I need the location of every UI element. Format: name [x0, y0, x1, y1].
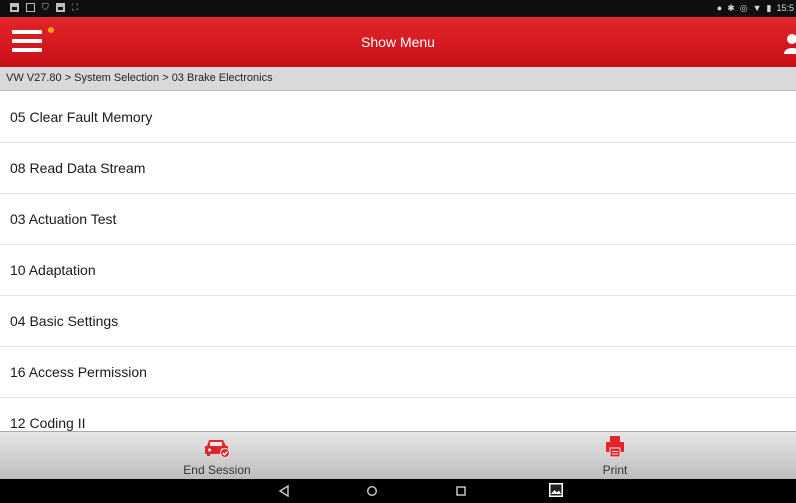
app-bar: Show Menu — [0, 17, 796, 67]
status-bar: ⛉ ⛶ ● ✱ ◎ ▼ ▮ 15:5 — [0, 0, 796, 17]
menu-item-coding-ii[interactable]: 12 Coding II — [0, 398, 796, 431]
bluetooth-icon: ✱ — [727, 3, 735, 13]
car-check-icon — [205, 440, 230, 458]
recents-icon — [456, 486, 466, 496]
user-icon[interactable] — [784, 33, 796, 55]
home-icon — [366, 485, 378, 497]
screenshot-button[interactable] — [542, 479, 572, 503]
alarm-icon: ◎ — [739, 3, 748, 13]
recents-button[interactable] — [446, 479, 476, 503]
menu-item-read-data-stream[interactable]: 08 Read Data Stream — [0, 143, 796, 194]
menu-item-access-permission[interactable]: 16 Access Permission — [0, 347, 796, 398]
download-icon: ⛉ — [42, 2, 49, 12]
screenshot-icon — [549, 483, 563, 497]
function-menu-list: 05 Clear Fault Memory 08 Read Data Strea… — [0, 92, 796, 431]
menu-item-actuation-test[interactable]: 03 Actuation Test — [0, 194, 796, 245]
status-time: 15:5 — [776, 3, 794, 13]
notification-icon — [10, 3, 19, 12]
notification-icon — [55, 3, 65, 12]
home-button[interactable] — [357, 479, 387, 503]
breadcrumb: VW V27.80 > System Selection > 03 Brake … — [0, 67, 796, 91]
battery-icon: ▮ — [766, 3, 772, 13]
end-session-button[interactable]: End Session — [147, 432, 287, 479]
page-title: Show Menu — [361, 34, 435, 50]
location-icon: ● — [716, 3, 723, 13]
menu-item-adaptation[interactable]: 10 Adaptation — [0, 245, 796, 296]
status-notification-icons: ⛉ ⛶ — [10, 3, 78, 12]
back-icon — [278, 485, 289, 497]
status-system-icons: ● ✱ ◎ ▼ ▮ 15:5 — [717, 2, 794, 14]
back-button[interactable] — [269, 479, 299, 503]
menu-item-basic-settings[interactable]: 04 Basic Settings — [0, 296, 796, 347]
menu-item-clear-fault-memory[interactable]: 05 Clear Fault Memory — [0, 92, 796, 143]
bottom-toolbar: End Session Print — [0, 431, 796, 479]
message-icon — [26, 3, 35, 12]
printer-icon — [606, 436, 624, 458]
wifi-icon: ▼ — [752, 3, 762, 13]
fullscreen-icon: ⛶ — [71, 2, 79, 12]
print-label: Print — [602, 463, 628, 477]
end-session-label: End Session — [183, 463, 251, 477]
navigation-bar — [0, 479, 796, 503]
print-button[interactable]: Print — [545, 432, 685, 479]
